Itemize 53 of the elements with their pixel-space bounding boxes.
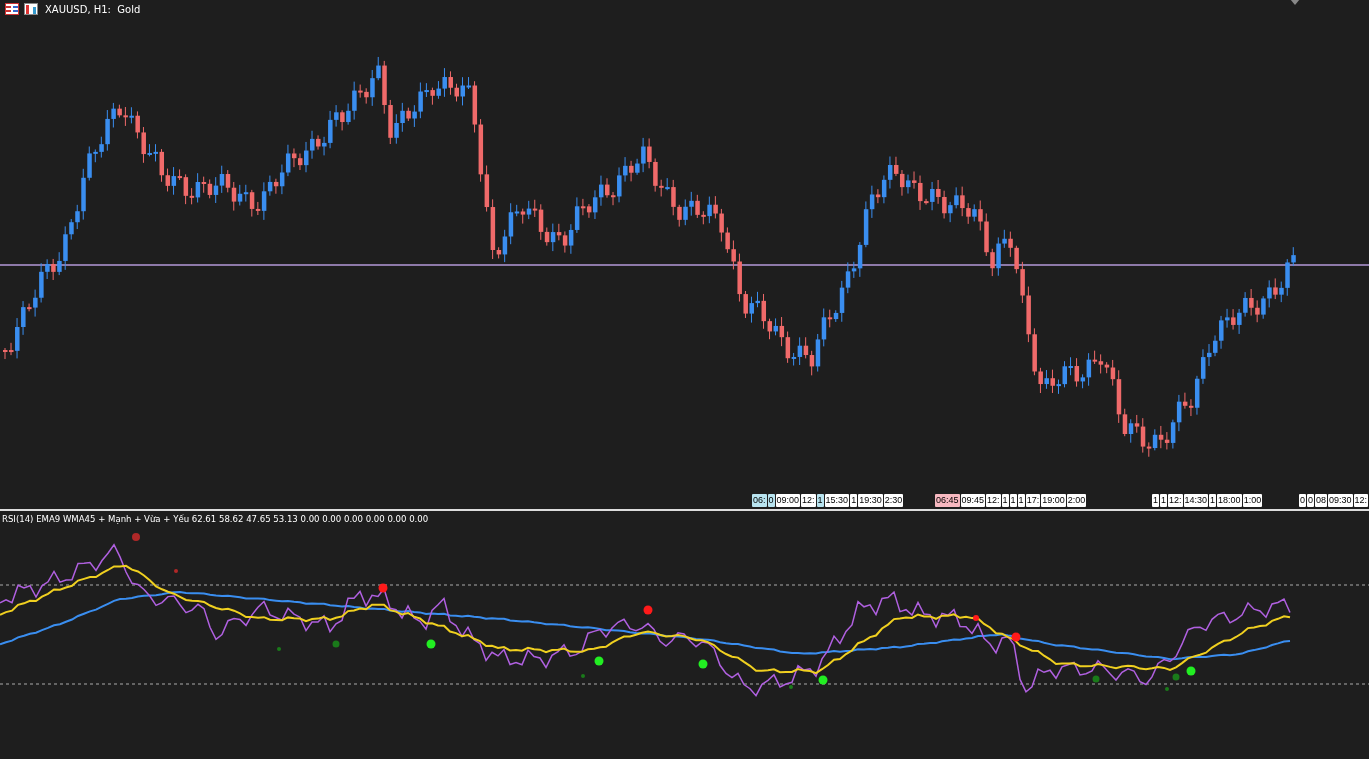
- signal-dot: [818, 675, 828, 685]
- time-label: 08: [1315, 494, 1328, 507]
- time-label: 1: [1209, 494, 1217, 507]
- time-label: 1: [816, 494, 824, 507]
- time-label: 09:30: [1328, 494, 1353, 507]
- signal-dot: [698, 659, 708, 669]
- time-label: 0: [1299, 494, 1306, 507]
- time-label: 1: [1009, 494, 1017, 507]
- time-label: 2:30: [883, 494, 904, 507]
- time-label: 1: [1160, 494, 1168, 507]
- time-label: 12:: [986, 494, 1001, 507]
- caret-icon[interactable]: [1290, 0, 1300, 5]
- signal-dot: [594, 656, 604, 666]
- chart-window-icon[interactable]: [5, 3, 19, 15]
- time-label: 06:: [752, 494, 767, 507]
- signal-dot: [332, 640, 340, 648]
- time-label: 14:30: [1183, 494, 1209, 507]
- time-label: 17:: [1025, 494, 1041, 507]
- time-label: 1:00: [1242, 494, 1263, 507]
- time-label: 12:: [801, 494, 816, 507]
- signal-dot: [132, 533, 140, 541]
- time-label: 19:30: [858, 494, 883, 507]
- signal-dot: [973, 615, 979, 621]
- time-label: 09:45: [960, 494, 986, 507]
- indicator-label: RSI(14) EMA9 WMA45 + Mạnh + Vừa + Yếu 62.61 58.62 47.65 53.13 0.00 0.00 0.00 0.00 0.00 0.00: [2, 513, 429, 524]
- time-label: 18:00: [1217, 494, 1242, 507]
- chart-window-icon[interactable]: [24, 3, 38, 15]
- time-label: 0: [767, 494, 775, 507]
- time-label: 1: [1017, 494, 1025, 507]
- signal-dot: [1011, 632, 1021, 642]
- signal-dot: [378, 583, 388, 593]
- time-label: 1: [1001, 494, 1009, 507]
- signal-dot: [174, 569, 178, 573]
- signal-dot: [1092, 675, 1100, 683]
- time-label: 1: [850, 494, 858, 507]
- signal-dot: [1172, 673, 1180, 681]
- signal-dot: [789, 685, 793, 689]
- time-label: 0: [1307, 494, 1315, 507]
- time-label: 06:45: [935, 494, 960, 507]
- time-label: 12:: [1353, 494, 1369, 507]
- signal-dot: [1186, 666, 1196, 676]
- signal-dot: [581, 674, 585, 678]
- time-label: 12:: [1168, 494, 1183, 507]
- time-label: 15:30: [824, 494, 850, 507]
- window-title: XAUUSD, H1: Gold: [45, 3, 141, 15]
- time-label: 2:00: [1066, 494, 1087, 507]
- time-label: 1: [1152, 494, 1159, 507]
- time-label: 09:00: [775, 494, 801, 507]
- signal-dot: [426, 639, 436, 649]
- signal-dot: [643, 605, 653, 615]
- signal-dot: [277, 647, 281, 651]
- signal-dot: [1165, 687, 1169, 691]
- time-label: 19:00: [1041, 494, 1066, 507]
